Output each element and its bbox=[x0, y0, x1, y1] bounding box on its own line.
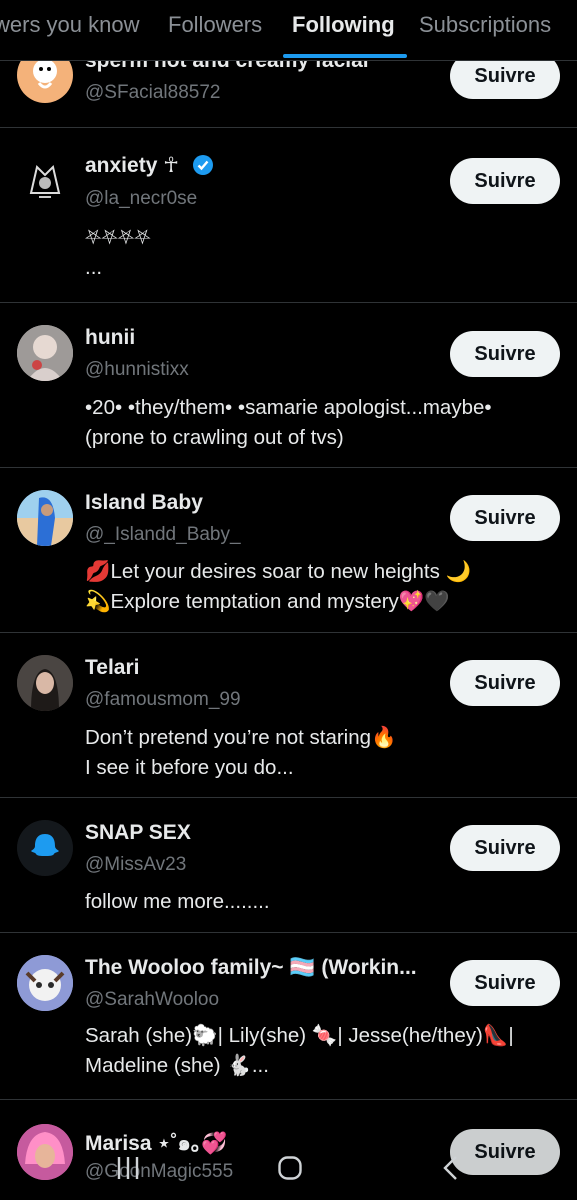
account-bio: follow me more........ bbox=[85, 890, 270, 913]
avatar[interactable] bbox=[17, 490, 73, 546]
account-handle[interactable]: @hunnistixx bbox=[85, 359, 189, 381]
home-icon[interactable] bbox=[277, 1154, 303, 1182]
list-item[interactable]: Island Baby @_Islandd_Baby_ 💋Let your de… bbox=[0, 467, 577, 633]
account-name[interactable]: The Wooloo family~ 🏳️‍⚧️ (Workin... bbox=[85, 956, 417, 980]
follow-button[interactable]: Suivre bbox=[450, 660, 560, 706]
follow-button[interactable]: Suivre bbox=[450, 960, 560, 1006]
avatar[interactable] bbox=[17, 955, 73, 1011]
account-handle[interactable]: @_Islandd_Baby_ bbox=[85, 524, 241, 546]
account-name[interactable]: hunii bbox=[85, 326, 135, 350]
account-handle[interactable]: @SarahWooloo bbox=[85, 989, 219, 1011]
list-item[interactable]: The Wooloo family~ 🏳️‍⚧️ (Workin... @Sar… bbox=[0, 932, 577, 1100]
tab-subscriptions[interactable]: Subscriptions bbox=[419, 12, 551, 38]
tab-following[interactable]: Following bbox=[292, 12, 395, 38]
back-icon[interactable] bbox=[440, 1154, 462, 1182]
active-tab-indicator bbox=[283, 54, 407, 58]
list-item[interactable]: hunii @hunnistixx •20• •they/them• •sama… bbox=[0, 302, 577, 468]
follow-button[interactable]: Suivre bbox=[450, 331, 560, 377]
follow-button[interactable]: Suivre bbox=[450, 158, 560, 204]
account-bio: •20• •they/them• •samarie apologist...ma… bbox=[85, 396, 492, 449]
list-item[interactable]: anxiety ☥ @la_necr0se ⛧⛧⛧⛧ ... Suivre bbox=[0, 127, 577, 303]
avatar[interactable] bbox=[17, 325, 73, 381]
account-handle[interactable]: @SFacial88572 bbox=[85, 82, 220, 104]
tab-followers-you-know[interactable]: wers you know bbox=[0, 12, 140, 38]
profile-tab-bar: wers you know Followers Following Subscr… bbox=[0, 0, 577, 61]
account-name[interactable]: Island Baby bbox=[85, 491, 203, 515]
follow-button[interactable]: Suivre bbox=[450, 825, 560, 871]
account-bio: Sarah (she)🐑| Lily(she) 🍬| Jesse(he/they… bbox=[85, 1024, 514, 1077]
account-handle[interactable]: @famousmom_99 bbox=[85, 689, 241, 711]
avatar[interactable] bbox=[17, 655, 73, 711]
account-name[interactable]: SNAP SEX bbox=[85, 821, 191, 845]
verified-badge-icon bbox=[193, 155, 213, 175]
account-name[interactable]: Telari bbox=[85, 656, 139, 680]
list-item[interactable]: Telari @famousmom_99 Don’t pretend you’r… bbox=[0, 632, 577, 798]
recents-icon[interactable] bbox=[116, 1154, 140, 1182]
tab-followers[interactable]: Followers bbox=[168, 12, 262, 38]
list-item[interactable]: SNAP SEX @MissAv23 follow me more.......… bbox=[0, 797, 577, 933]
account-handle[interactable]: @MissAv23 bbox=[85, 854, 186, 876]
avatar[interactable] bbox=[17, 153, 73, 209]
account-name[interactable]: anxiety ☥ bbox=[85, 153, 179, 178]
account-handle[interactable]: @la_necr0se bbox=[85, 188, 197, 210]
account-bio: 💋Let your desires soar to new heights 🌙 … bbox=[85, 560, 472, 613]
account-bio: ⛧⛧⛧⛧ ... bbox=[85, 226, 151, 279]
avatar[interactable] bbox=[17, 820, 73, 876]
account-bio: Don’t pretend you’re not staring🔥 I see … bbox=[85, 726, 397, 779]
follow-button[interactable]: Suivre bbox=[450, 495, 560, 541]
system-navigation-bar bbox=[0, 1140, 577, 1200]
